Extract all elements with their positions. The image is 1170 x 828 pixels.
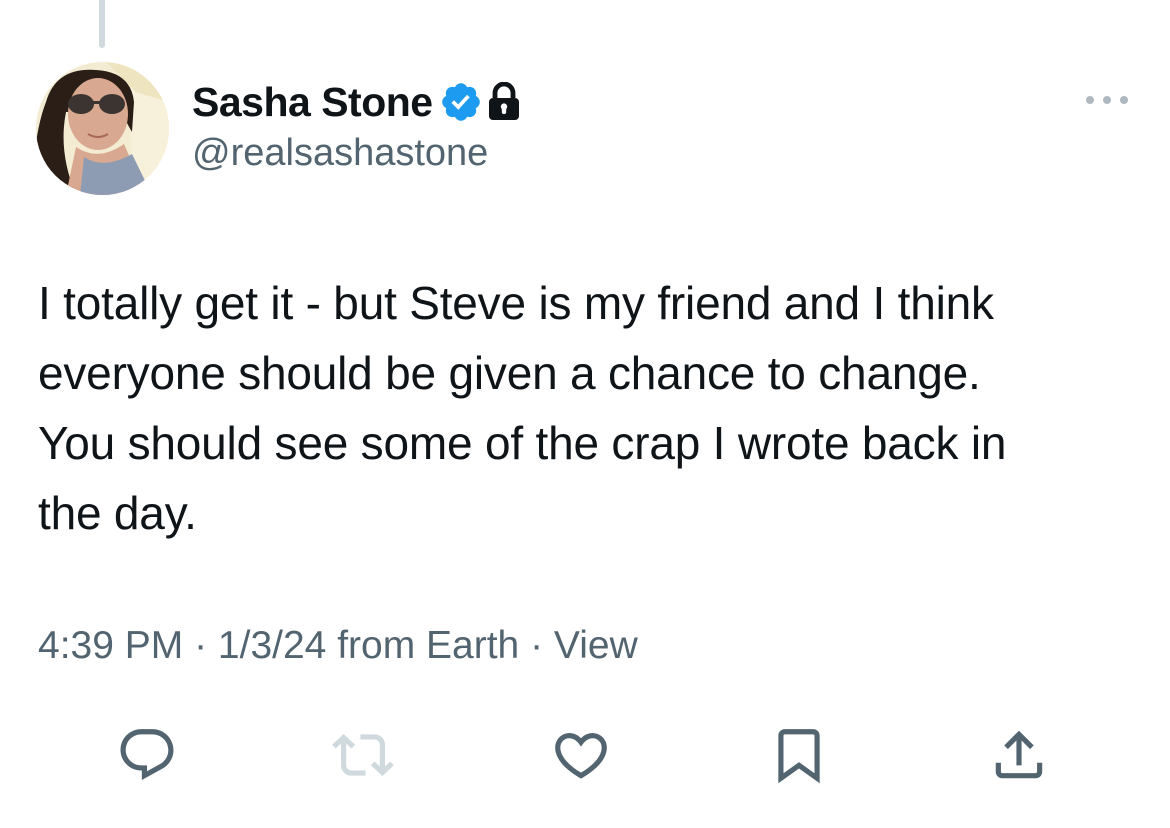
share-button[interactable] [984, 720, 1054, 790]
retweet-button[interactable] [328, 720, 398, 790]
verified-badge-icon [439, 80, 483, 124]
view-link[interactable]: View [554, 624, 638, 667]
tweet-date[interactable]: 1/3/24 [218, 624, 326, 667]
tweet-text-line: I totally get it - but Steve is my frien… [38, 277, 994, 329]
bookmark-button[interactable] [764, 720, 834, 790]
meta-separator: · [183, 624, 218, 667]
heart-icon [555, 733, 607, 779]
reply-button[interactable] [112, 720, 182, 790]
author-handle[interactable]: @realsashastone [192, 132, 488, 175]
retweet-icon [332, 734, 394, 776]
tweet-detail-page: Sasha Stone @realsashastone I totally ge… [0, 0, 1170, 828]
bookmark-icon [778, 729, 820, 784]
tweet-text-line: the day. [38, 487, 197, 539]
meta-separator: · [519, 624, 554, 667]
tweet-action-bar [0, 720, 1170, 790]
reply-icon [120, 729, 174, 781]
avatar-image [36, 62, 169, 195]
author-name-row: Sasha Stone [192, 76, 521, 128]
tweet-source: from Earth [326, 624, 520, 667]
thread-connector-line [99, 0, 105, 48]
more-options-icon[interactable] [1084, 92, 1130, 108]
tweet-text: I totally get it - but Steve is my frien… [38, 268, 1138, 548]
tweet-text-line: You should see some of the crap I wrote … [38, 417, 1007, 469]
protected-lock-icon [487, 81, 521, 122]
tweet-text-line: everyone should be given a chance to cha… [38, 347, 981, 399]
avatar[interactable] [36, 62, 169, 195]
share-icon [995, 730, 1043, 779]
like-button[interactable] [546, 720, 616, 790]
tweet-time[interactable]: 4:39 PM [38, 624, 183, 667]
author-display-name[interactable]: Sasha Stone [192, 79, 433, 126]
tweet-meta-row: 4:39 PM · 1/3/24 from Earth · View [38, 624, 638, 668]
